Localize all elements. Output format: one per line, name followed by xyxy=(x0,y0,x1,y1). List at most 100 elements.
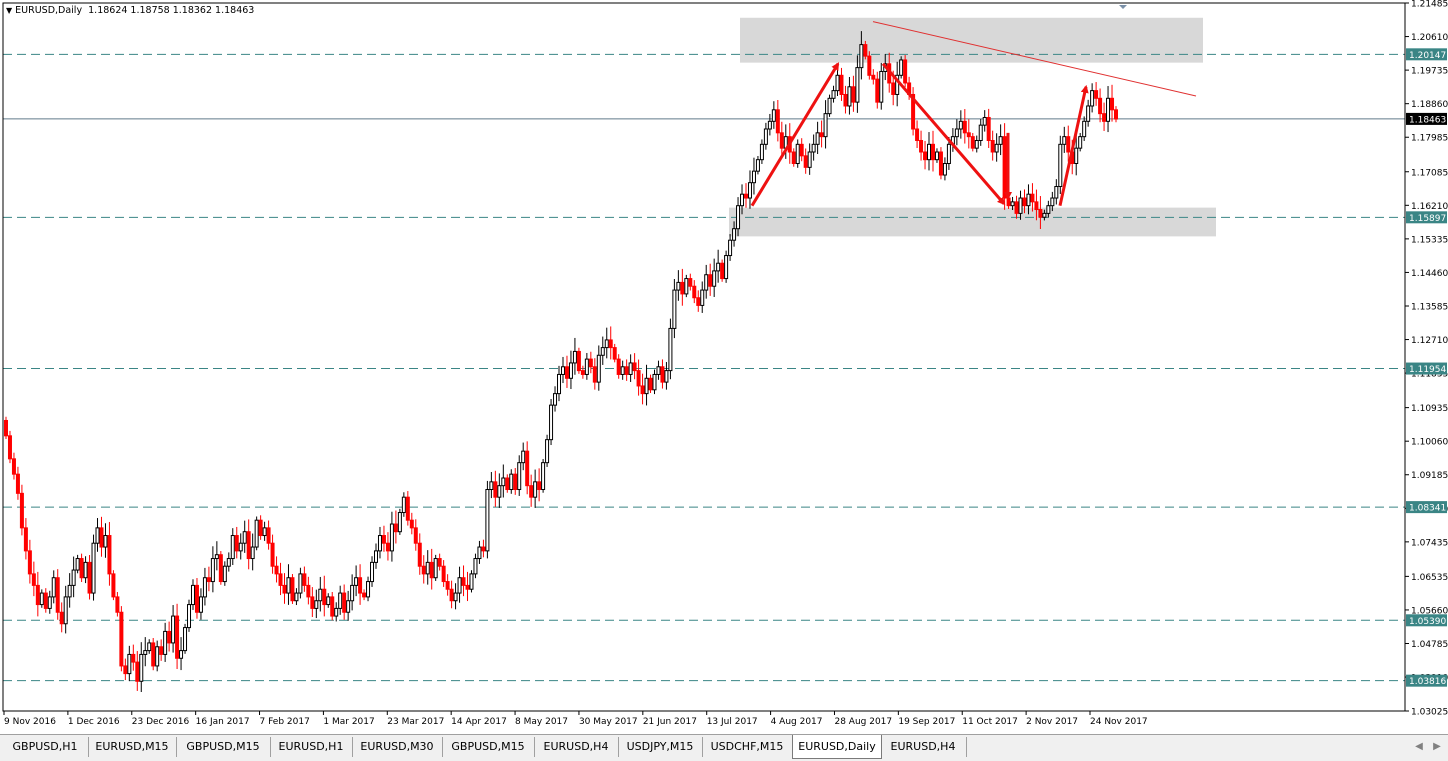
candle-body xyxy=(119,611,124,667)
candle-body xyxy=(584,358,589,375)
candle xyxy=(151,638,156,671)
scroll-right-icon[interactable]: ▶ xyxy=(1430,738,1444,756)
candle xyxy=(592,358,597,390)
candle-body xyxy=(859,44,864,69)
candle-body xyxy=(417,542,422,567)
candle-body xyxy=(628,362,633,375)
candle-body xyxy=(724,255,729,280)
candle-body xyxy=(632,362,637,372)
candle-body xyxy=(214,554,219,560)
candle-body xyxy=(855,67,860,103)
chart-tab[interactable]: EURUSD,Daily xyxy=(792,735,882,759)
candle xyxy=(286,564,291,605)
candle-body xyxy=(1002,136,1007,199)
candle-body xyxy=(966,132,971,138)
candle-body xyxy=(1062,136,1067,145)
candle-body xyxy=(755,159,760,172)
candle xyxy=(107,522,112,586)
chart-tab[interactable]: USDCHF,M15 xyxy=(702,737,793,757)
chart-tab[interactable]: EURUSD,H1 xyxy=(270,737,353,757)
chart-tab[interactable]: EURUSD,M15 xyxy=(88,737,177,757)
candle xyxy=(47,590,52,614)
chart-window[interactable]: 1.21485 1.20610 1.19735 1.18860 1.17985 1.170… xyxy=(0,0,1448,734)
candle-body xyxy=(397,512,402,533)
chart-tab[interactable]: GBPUSD,M15 xyxy=(176,737,271,757)
candle xyxy=(218,551,223,585)
candle-body xyxy=(994,143,999,153)
candle xyxy=(346,590,351,621)
candle-body xyxy=(493,481,498,498)
time-tick-label: 8 May 2017 xyxy=(515,717,568,727)
level-label: 1.11954 xyxy=(1409,365,1446,375)
candle xyxy=(1102,102,1107,131)
candle-body xyxy=(457,577,462,594)
candle xyxy=(950,128,955,152)
candle-body xyxy=(1074,147,1079,165)
candle-body xyxy=(1082,120,1087,138)
dropdown-triangle-icon[interactable]: ▼ xyxy=(6,6,12,15)
candle-body xyxy=(533,481,538,498)
candle-body xyxy=(91,542,96,594)
candle xyxy=(489,472,494,499)
chart-tab[interactable]: GBPUSD,M15 xyxy=(442,737,535,757)
candle-body xyxy=(1030,193,1035,203)
candle xyxy=(91,534,96,601)
candle-body xyxy=(1066,136,1071,153)
candle-body xyxy=(1106,97,1111,122)
candle-body xyxy=(79,558,84,579)
candle xyxy=(648,374,653,394)
scroll-left-icon[interactable]: ◀ xyxy=(1412,738,1426,756)
candle-body xyxy=(322,588,327,606)
candle-body xyxy=(183,627,188,652)
candle xyxy=(405,491,410,526)
candle-body xyxy=(15,473,20,494)
chart-tab[interactable]: EURUSD,H4 xyxy=(534,737,619,757)
candle-body xyxy=(262,527,267,537)
candle-body xyxy=(867,55,872,76)
candle-body xyxy=(923,151,928,161)
candle-body xyxy=(366,581,371,598)
candle-body xyxy=(656,366,661,375)
candle-body xyxy=(807,151,812,168)
candle xyxy=(986,108,991,149)
candle-body xyxy=(330,596,335,617)
candle-body xyxy=(218,554,223,583)
candle-body xyxy=(1078,136,1083,149)
price-tick-label: 1.13585 xyxy=(1411,302,1448,312)
chart-tab[interactable]: USDJPY,M15 xyxy=(618,737,703,757)
candle-body xyxy=(891,82,896,95)
time-tick-label: 19 Sep 2017 xyxy=(898,717,955,727)
current-price-label: 1.18463 xyxy=(1409,115,1446,125)
candle-body xyxy=(1042,212,1047,218)
candle xyxy=(911,87,916,136)
candle-body xyxy=(1094,90,1099,99)
candle-body xyxy=(83,561,88,579)
candle xyxy=(377,526,382,559)
candle xyxy=(71,556,76,598)
chart-tab[interactable]: GBPUSD,H1 xyxy=(2,737,89,757)
time-axis: 9 Nov 2016 1 Dec 2016 23 Dec 2016 16 Jan 20… xyxy=(3,711,1148,727)
candle-body xyxy=(151,642,156,667)
candle-body xyxy=(99,527,104,548)
candle xyxy=(385,532,390,561)
time-tick-label: 4 Aug 2017 xyxy=(771,717,823,727)
candle xyxy=(620,360,625,380)
candle-body xyxy=(370,561,375,583)
candle xyxy=(1086,99,1091,127)
candle xyxy=(354,565,359,597)
candle-body xyxy=(1086,105,1091,122)
price-chart[interactable]: 1.21485 1.20610 1.19735 1.18860 1.17985 1.170… xyxy=(0,0,1448,734)
price-axis: 1.21485 1.20610 1.19735 1.18860 1.17985 1.170… xyxy=(2,0,1448,718)
candle-body xyxy=(238,542,243,552)
candle xyxy=(298,567,303,599)
chart-tab[interactable]: EURUSD,H4 xyxy=(880,737,967,757)
candle xyxy=(75,554,80,574)
candle-body xyxy=(624,366,629,375)
candle xyxy=(557,365,562,402)
candle-body xyxy=(222,565,227,583)
chart-tab[interactable]: EURUSD,M30 xyxy=(352,737,443,757)
shift-marker-icon xyxy=(1119,5,1127,9)
candle-body xyxy=(27,550,32,575)
candle-body xyxy=(509,473,514,491)
candle-body xyxy=(47,596,52,609)
